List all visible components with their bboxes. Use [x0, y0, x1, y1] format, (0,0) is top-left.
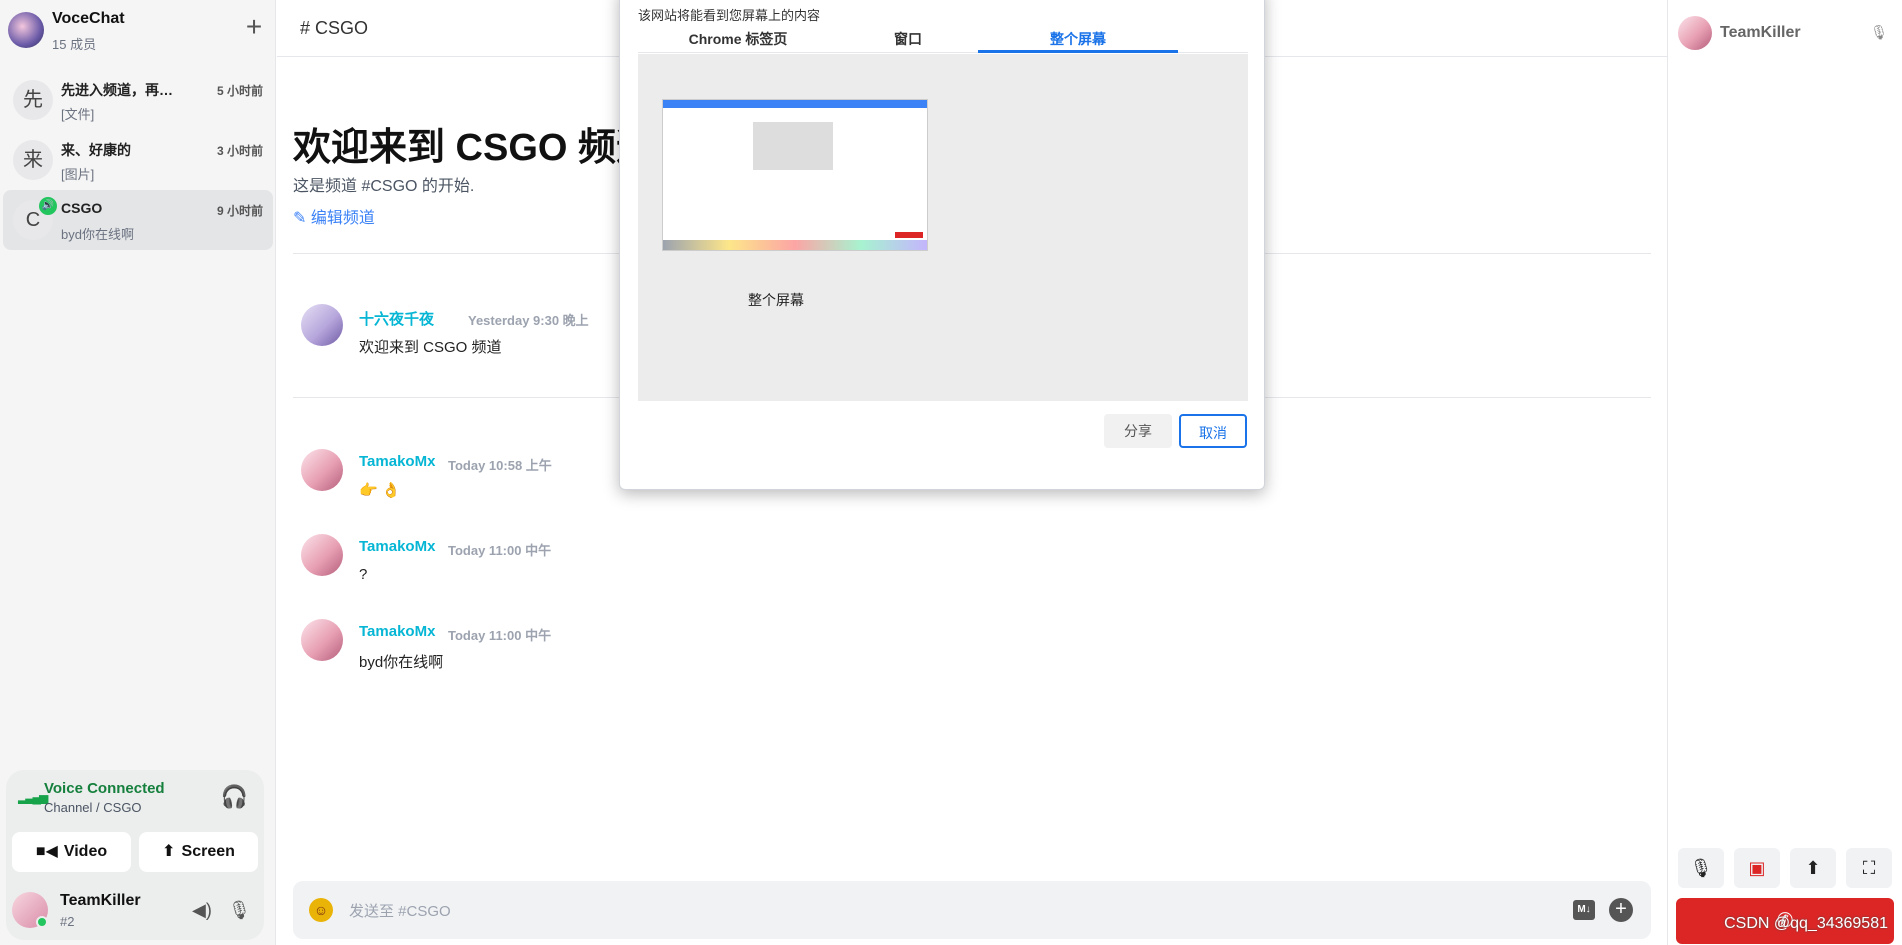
thumb-window: [753, 122, 833, 170]
plus-icon[interactable]: +: [240, 13, 268, 42]
emoji-icon[interactable]: ☺: [309, 898, 333, 922]
message-text: 👉 👌: [359, 482, 401, 499]
channel-preview: byd你在线啊: [61, 227, 134, 242]
channel-avatar: 先: [13, 80, 53, 120]
microphone-toggle-icon[interactable]: 🎙: [1678, 848, 1724, 888]
welcome-subtitle: 这是频道 #CSGO 的开始.: [293, 178, 475, 195]
dialog-tabs: Chrome 标签页 窗口 整个屏幕: [638, 27, 1248, 53]
message-author[interactable]: TamakoMx: [359, 538, 435, 555]
screen-share-dialog: 该网站将能看到您屏幕上的内容 Chrome 标签页 窗口 整个屏幕 整个屏幕 分…: [619, 0, 1265, 490]
camera-icon: ■◀: [35, 843, 58, 860]
message-text: 欢迎来到 CSGO 频道: [359, 339, 502, 356]
app-root: VoceChat 15 成员 + 先 先进入频道，再… 5 小时前 [文件] 来…: [0, 0, 1902, 945]
edit-channel-link[interactable]: ✎ 编辑频道: [293, 204, 375, 228]
channel-time: 9 小时前: [216, 204, 263, 218]
avatar[interactable]: [1678, 16, 1712, 50]
composer-placeholder[interactable]: 发送至 #CSGO: [349, 900, 451, 921]
message-author[interactable]: TamakoMx: [359, 623, 435, 640]
screen-share-icon[interactable]: ⬆: [1790, 848, 1836, 888]
channel-name: CSGO: [61, 200, 103, 216]
user-id: #2: [60, 914, 75, 929]
message-time: Yesterday 9:30 晚上: [468, 313, 589, 328]
channel-list: 先 先进入频道，再… 5 小时前 [文件] 来 来、好康的 3 小时前 [图片]…: [0, 70, 276, 250]
voice-panel: ▂▃▄▅ Voice Connected Channel / CSGO 🎧 ■◀…: [6, 770, 264, 940]
voice-channel: Channel / CSGO: [44, 800, 142, 815]
watermark: CSDN @qq_34369581: [1724, 915, 1888, 932]
avatar[interactable]: [301, 449, 343, 491]
voice-status: Voice Connected: [44, 780, 165, 797]
cancel-button[interactable]: 取消: [1179, 414, 1247, 448]
channel-item[interactable]: 来 来、好康的 3 小时前 [图片]: [3, 130, 273, 190]
thumb-button: [895, 232, 923, 238]
message-time: Today 11:00 中午: [448, 628, 552, 643]
screen-share-icon: ⬆: [162, 843, 176, 860]
workspace-logo[interactable]: [8, 12, 44, 48]
fullscreen-icon[interactable]: ⛶: [1846, 848, 1892, 888]
user-name: TeamKiller: [60, 892, 141, 909]
share-button[interactable]: 分享: [1104, 414, 1172, 448]
message-text: byd你在线啊: [359, 654, 444, 671]
channel-item-active[interactable]: C 🔊 CSGO 9 小时前 byd你在线啊: [3, 190, 273, 250]
pencil-icon: ✎: [293, 210, 311, 227]
dialog-title: 该网站将能看到您屏幕上的内容: [638, 8, 821, 23]
message-time: Today 10:58 上午: [448, 458, 552, 473]
message-time: Today 11:00 中午: [448, 543, 552, 558]
channel-preview: [图片]: [61, 167, 95, 182]
avatar[interactable]: [301, 619, 343, 661]
left-sidebar: VoceChat 15 成员 + 先 先进入频道，再… 5 小时前 [文件] 来…: [0, 0, 276, 945]
edit-channel-label: 编辑频道: [310, 210, 375, 227]
welcome-title: 欢迎来到 CSGO 频道: [293, 127, 655, 169]
message-composer[interactable]: ☺ 发送至 #CSGO M↓ +: [293, 881, 1651, 939]
video-label: Video: [63, 843, 108, 860]
online-indicator: [36, 916, 48, 928]
screen-button[interactable]: ⬆ Screen: [139, 832, 258, 872]
signal-icon: ▂▃▄▅: [18, 790, 48, 804]
video-button[interactable]: ■◀ Video: [12, 832, 131, 872]
camera-off-icon[interactable]: ▣: [1734, 848, 1780, 888]
microphone-icon: 🎙: [1870, 24, 1888, 40]
markdown-icon[interactable]: M↓: [1573, 900, 1595, 920]
workspace-name: VoceChat: [52, 10, 125, 27]
thumbnail-label: 整个屏幕: [748, 292, 804, 308]
message: TamakoMx Today 11:00 中午 ?: [301, 534, 1601, 594]
right-panel: TeamKiller 🎙 🎙 ▣ ⬆ ⛶ ✆ CSDN @qq_34369581: [1667, 0, 1902, 945]
thumb-bar: [663, 100, 927, 108]
member-count: 15 成员: [52, 37, 97, 52]
avatar[interactable]: [301, 304, 343, 346]
microphone-icon[interactable]: 🎙: [228, 900, 251, 921]
screen-thumbnail[interactable]: [662, 99, 928, 251]
thumb-taskbar: [663, 240, 927, 250]
channel-name: 来、好康的: [61, 142, 131, 158]
dialog-body: 整个屏幕: [638, 54, 1248, 401]
voice-user-name: TeamKiller: [1720, 24, 1801, 41]
avatar[interactable]: [301, 534, 343, 576]
screen-label: Screen: [181, 843, 235, 860]
tab-entire-screen[interactable]: 整个屏幕: [978, 29, 1178, 53]
channel-preview: [文件]: [61, 107, 95, 122]
channel-time: 3 小时前: [216, 144, 263, 158]
channel-title: # CSGO: [300, 18, 369, 38]
message-author[interactable]: TamakoMx: [359, 453, 435, 470]
message: TamakoMx Today 11:00 中午 byd你在线啊: [301, 619, 1601, 679]
channel-avatar: 来: [13, 140, 53, 180]
workspace-header: VoceChat 15 成员 +: [8, 6, 268, 56]
speaker-icon[interactable]: ◀): [192, 900, 212, 921]
message-text: ?: [359, 566, 368, 583]
channel-item[interactable]: 先 先进入频道，再… 5 小时前 [文件]: [3, 70, 273, 130]
add-attachment-icon[interactable]: +: [1609, 898, 1633, 922]
message-author[interactable]: 十六夜千夜: [359, 308, 434, 329]
speaker-icon: 🔊: [39, 197, 57, 215]
channel-time: 5 小时前: [216, 84, 263, 98]
headphones-icon[interactable]: 🎧: [221, 784, 248, 810]
channel-name: 先进入频道，再…: [61, 82, 173, 98]
